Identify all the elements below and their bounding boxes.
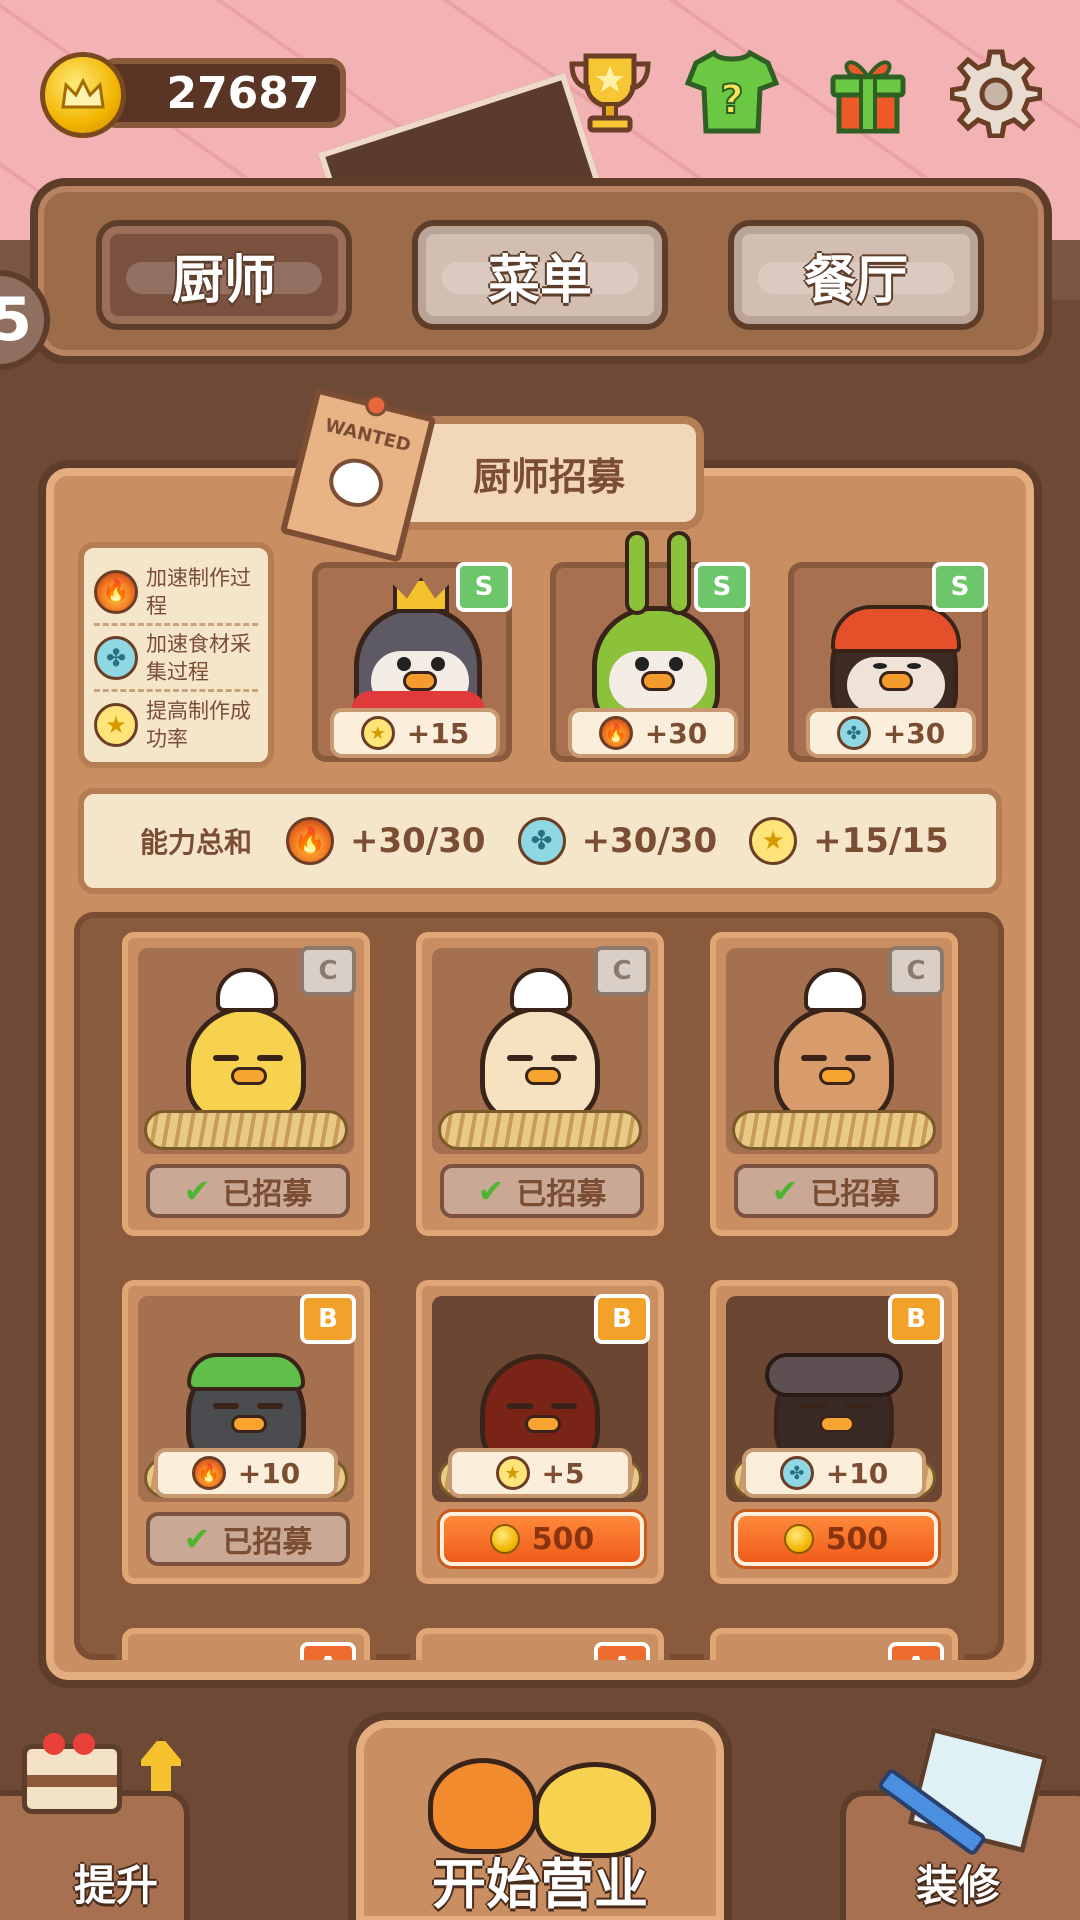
bandana-icon: [831, 605, 961, 653]
grade-badge: A: [888, 1642, 944, 1660]
recruit-price-button[interactable]: 500: [440, 1512, 644, 1566]
chef-hat-icon: [216, 968, 278, 1012]
chef-card[interactable]: C ✔ 已招募: [116, 926, 376, 1242]
chef-stat: 🔥 +10: [154, 1448, 338, 1498]
grade-badge: C: [300, 946, 356, 996]
crown-icon: [393, 577, 449, 613]
chef-stat: ★ +5: [448, 1448, 632, 1498]
grade-badge: S: [694, 562, 750, 612]
grade-badge: A: [300, 1642, 356, 1660]
tab-menu[interactable]: 菜单: [412, 220, 668, 330]
featured-chef-slot[interactable]: S ✤ +30: [788, 562, 988, 762]
start-business-button[interactable]: 开始营业: [348, 1712, 732, 1920]
frog-hat-icon: [187, 1353, 305, 1391]
fire-icon: 🔥: [286, 817, 335, 865]
fan-icon: ✤: [779, 1456, 814, 1490]
grade-badge: B: [594, 1294, 650, 1344]
star-icon: ★: [94, 703, 138, 747]
fan-icon: ✤: [517, 817, 566, 865]
category-tabs-panel: 厨师 菜单 餐厅: [30, 178, 1052, 364]
decorate-label: 装修: [916, 1861, 1001, 1910]
recruited-button[interactable]: ✔ 已招募: [734, 1164, 938, 1218]
grade-badge: C: [594, 946, 650, 996]
chef-stat: ✤ +10: [742, 1448, 926, 1498]
star-icon: ★: [495, 1456, 530, 1490]
trophy-icon[interactable]: [562, 44, 658, 140]
chef-avatar: [186, 1006, 306, 1124]
gear-icon[interactable]: [948, 44, 1044, 140]
recruit-price-button[interactable]: 500: [734, 1512, 938, 1566]
grade-badge: A: [594, 1642, 650, 1660]
recruited-button[interactable]: ✔ 已招募: [146, 1512, 350, 1566]
star-icon: ★: [749, 817, 798, 865]
coin-icon: [783, 1524, 814, 1554]
recruited-button[interactable]: ✔ 已招募: [146, 1164, 350, 1218]
nest: [732, 1110, 936, 1150]
chef-card[interactable]: B ✤ +10 500: [704, 1274, 964, 1590]
coin-icon: [489, 1524, 520, 1554]
grade-badge: B: [300, 1294, 356, 1344]
chef-card[interactable]: A: [116, 1622, 376, 1660]
coin-counter: 27687: [40, 52, 346, 138]
tab-chef[interactable]: 厨师: [96, 220, 352, 330]
chef-stat: 🔥 +30: [568, 708, 738, 758]
fan-icon: ✤: [94, 635, 138, 680]
fire-icon: 🔥: [191, 1456, 226, 1490]
hood-icon: [765, 1353, 903, 1397]
tab-restaurant[interactable]: 餐厅: [728, 220, 984, 330]
chef-stat: ✤ +30: [806, 708, 976, 758]
grade-badge: B: [888, 1294, 944, 1344]
chef-hat-icon: [510, 968, 572, 1012]
nest: [144, 1110, 348, 1150]
coin-amount: 27687: [100, 58, 346, 128]
legend-row-speed-cook: 🔥 加速制作过程: [94, 560, 258, 626]
fan-total: +30/30: [581, 821, 718, 861]
chef-avatar: [480, 1006, 600, 1124]
upgrade-label: 提升: [74, 1861, 159, 1910]
legend-row-speed-gather: ✤ 加速食材采集过程: [94, 626, 258, 692]
check-icon: ✔: [183, 1520, 211, 1558]
ability-total-bar: 能力总和 🔥 +30/30 ✤ +30/30 ★ +15/15: [78, 788, 1002, 894]
check-icon: ✔: [771, 1172, 799, 1210]
chef-stat: ★ +15: [330, 708, 500, 758]
chef-card[interactable]: A: [410, 1622, 670, 1660]
chef-hat-icon: [804, 968, 866, 1012]
featured-chef-slot[interactable]: S 🔥 +30: [550, 531, 750, 762]
cake-icon: [22, 1733, 122, 1814]
chef-card[interactable]: B 🔥 +10 ✔ 已招募: [116, 1274, 376, 1590]
fan-icon: ✤: [836, 716, 871, 750]
nest: [438, 1110, 642, 1150]
gift-icon[interactable]: [820, 44, 916, 140]
ability-total-label: 能力总和: [140, 826, 253, 859]
ability-legend: 🔥 加速制作过程 ✤ 加速食材采集过程 ★ 提高制作成功率: [78, 542, 274, 768]
chef-card[interactable]: C ✔ 已招募: [410, 926, 670, 1242]
fire-total: +30/30: [350, 821, 486, 861]
legend-row-success-rate: ★ 提高制作成功率: [94, 692, 258, 758]
chef-avatar: [774, 1006, 894, 1124]
chef-card[interactable]: A: [704, 1622, 964, 1660]
fire-icon: 🔥: [94, 569, 138, 614]
outfit-mystery-icon[interactable]: ?: [684, 44, 780, 140]
chef-grid[interactable]: C ✔ 已招募 C ✔ 已招募 C ✔ 已招募 B 🔥 +10 ✔ 已招募 B …: [74, 912, 1004, 1660]
featured-chef-slot[interactable]: S ★ +15: [312, 562, 512, 762]
check-icon: ✔: [477, 1172, 505, 1210]
recruited-button[interactable]: ✔ 已招募: [440, 1164, 644, 1218]
star-total: +15/15: [813, 821, 949, 861]
chef-card[interactable]: B ★ +5 500: [410, 1274, 670, 1590]
svg-text:?: ?: [720, 77, 743, 123]
star-icon: ★: [360, 716, 395, 750]
grade-badge: C: [888, 946, 944, 996]
grade-badge: S: [932, 562, 988, 612]
chef-card[interactable]: C ✔ 已招募: [704, 926, 964, 1242]
fire-icon: 🔥: [598, 716, 633, 750]
grade-badge: S: [456, 562, 512, 612]
check-icon: ✔: [183, 1172, 211, 1210]
crown-coin-icon: [40, 52, 126, 138]
